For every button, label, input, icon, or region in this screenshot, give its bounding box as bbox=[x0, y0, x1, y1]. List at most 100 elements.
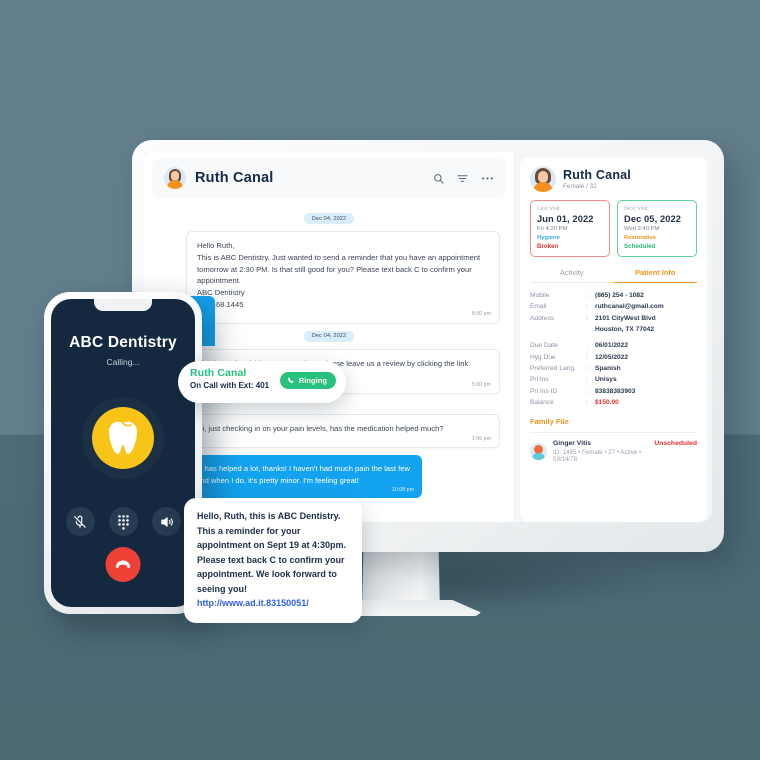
visit-type: Hygiene bbox=[537, 235, 560, 241]
phone-call-controls bbox=[51, 507, 195, 536]
visit-date: Jun 01, 2022 bbox=[537, 214, 594, 224]
info-row: Pri Ins ID : 83838383903 bbox=[530, 386, 697, 397]
search-icon[interactable] bbox=[433, 173, 444, 184]
ringing-badge-label: Ringing bbox=[298, 376, 327, 385]
phone-icon bbox=[287, 376, 294, 383]
info-row: Houston, TX 77042 bbox=[530, 324, 697, 335]
info-row: Pri Ins : Unisys bbox=[530, 374, 697, 385]
chat-message-time: 10:08 pm bbox=[391, 487, 414, 494]
tab-patient-info[interactable]: Patient Info bbox=[613, 264, 697, 283]
family-member-row[interactable]: Ginger Vitis ID: 1485 • Female • 27 • Ac… bbox=[530, 440, 697, 463]
visit-time: Wed 2:40 PM bbox=[624, 226, 660, 232]
patient-subtitle: Female / 32 bbox=[563, 183, 597, 190]
divider bbox=[530, 432, 697, 434]
info-key: Hyg Due bbox=[530, 353, 556, 361]
visit-status: Scheduled bbox=[624, 243, 656, 250]
scene: Ruth Canal Dec 04, 2022 Hello Ruth, This… bbox=[0, 0, 760, 760]
balance-value: $150.00 bbox=[595, 398, 619, 406]
sms-bubble-link[interactable]: http://www.ad.it.83150051/ bbox=[197, 598, 309, 608]
info-row: Mobile : (865) 254 - 1082 bbox=[530, 290, 697, 301]
info-row: Address : 2101 CityWest Blvd bbox=[530, 313, 697, 324]
mute-icon[interactable] bbox=[65, 507, 95, 536]
patient-name: Ruth Canal bbox=[563, 168, 631, 182]
chat-title: Ruth Canal bbox=[195, 170, 274, 186]
chat-message-incoming[interactable]: Hello Ruth, This is ABC Dentistry. Just … bbox=[186, 231, 500, 324]
info-value: 2101 CityWest Blvd bbox=[595, 314, 656, 322]
info-value: Houston, TX 77042 bbox=[595, 325, 654, 333]
family-member-status: Unscheduled bbox=[654, 440, 697, 448]
patient-info-list: Mobile : (865) 254 - 1082 Email : ruthca… bbox=[530, 290, 697, 408]
info-value: 12/05/2022 bbox=[595, 353, 629, 361]
chat-message-time: 8:00 pm bbox=[471, 311, 491, 318]
visit-type: Restorative bbox=[624, 235, 657, 241]
info-key: Email bbox=[530, 303, 547, 311]
ruth-canal-avatar bbox=[164, 167, 186, 189]
patient-card: Ruth Canal Female / 32 Last Visit Jun 01… bbox=[520, 157, 707, 522]
family-member-name: Ginger Vitis bbox=[553, 440, 592, 448]
monitor-screen: Ruth Canal Dec 04, 2022 Hello Ruth, This… bbox=[144, 152, 712, 522]
info-row: Hyg Due : 12/05/2022 bbox=[530, 352, 697, 363]
chat-message-outgoing[interactable]: It really has helped a lot, thanks! I ha… bbox=[168, 454, 422, 499]
info-value: Unisys bbox=[595, 376, 617, 384]
info-row: Email : ruthcanal@gmail.com bbox=[530, 301, 697, 312]
chat-message-time: 1:06 pm bbox=[471, 435, 491, 442]
info-key: Balance bbox=[530, 398, 554, 406]
patient-tabs: Activity Patient Info bbox=[530, 264, 697, 283]
phone-caller-name: ABC Dentistry bbox=[69, 334, 177, 351]
info-key: Preferred Lang. bbox=[530, 364, 576, 372]
chat-header: Ruth Canal bbox=[152, 158, 506, 198]
chat-message-text: Hi, just checking in on your pain levels… bbox=[197, 424, 444, 434]
info-row: Due Date : 06/01/2022 bbox=[530, 340, 697, 351]
visit-cards: Last Visit Jun 01, 2022 Fri 4:20 PM Hygi… bbox=[530, 200, 697, 257]
visit-status: Broken bbox=[537, 243, 559, 250]
patient-pane: Ruth Canal Female / 32 Last Visit Jun 01… bbox=[515, 152, 712, 522]
phone-screen: ABC Dentistry Calling... bbox=[51, 299, 195, 607]
visit-time: Fri 4:20 PM bbox=[537, 226, 568, 232]
info-value: Spanish bbox=[595, 364, 621, 372]
info-value: 06/01/2022 bbox=[595, 342, 629, 350]
filter-icon[interactable] bbox=[457, 173, 468, 184]
date-chip: Dec 04, 2022 bbox=[303, 213, 355, 224]
info-key: Due Date bbox=[530, 342, 558, 350]
tooth-logo-ring bbox=[82, 397, 164, 479]
chat-message-time: 5:00 pm bbox=[471, 381, 491, 388]
chat-message-text: It really has helped a lot, thanks! I ha… bbox=[178, 463, 410, 485]
next-visit-card[interactable]: Next Visit Dec 05, 2022 Wed 2:40 PM Rest… bbox=[617, 200, 697, 257]
monitor-body: Ruth Canal Dec 04, 2022 Hello Ruth, This… bbox=[132, 140, 724, 552]
visit-label: Last Visit bbox=[537, 206, 560, 212]
info-key: Pri Ins bbox=[530, 376, 549, 384]
family-member-avatar bbox=[530, 443, 547, 461]
tooth-logo bbox=[109, 421, 137, 454]
chat-header-actions bbox=[433, 173, 494, 184]
last-visit-card[interactable]: Last Visit Jun 01, 2022 Fri 4:20 PM Hygi… bbox=[530, 200, 610, 257]
info-key bbox=[530, 324, 586, 335]
family-file-title[interactable]: Family File bbox=[530, 417, 697, 426]
info-value: (865) 254 - 1082 bbox=[595, 292, 644, 299]
info-key: Mobile bbox=[530, 292, 550, 299]
info-key: Pri Ins ID bbox=[530, 387, 558, 395]
info-value: 83838383903 bbox=[595, 387, 636, 395]
visit-date: Dec 05, 2022 bbox=[624, 214, 682, 224]
tooth-logo-circle bbox=[92, 407, 154, 469]
info-key: Address bbox=[530, 314, 555, 322]
keypad-icon[interactable] bbox=[108, 507, 138, 536]
sms-bubble-text: Hello, Ruth, this is ABC Dentistry. This… bbox=[197, 511, 347, 594]
visit-label: Next Visit bbox=[624, 206, 648, 212]
tab-activity[interactable]: Activity bbox=[530, 264, 614, 283]
ringing-badge[interactable]: Ringing bbox=[279, 372, 336, 389]
info-row: Balance : $150.00 bbox=[530, 397, 697, 408]
smartphone: ABC Dentistry Calling... bbox=[44, 292, 202, 614]
patient-header: Ruth Canal Female / 32 bbox=[530, 166, 697, 192]
more-options-icon[interactable] bbox=[481, 173, 494, 184]
info-row: Preferred Lang. : Spanish bbox=[530, 363, 697, 374]
call-popup[interactable]: Ruth Canal On Call with Ext: 401 Ringing bbox=[178, 361, 346, 403]
sms-bubble[interactable]: Hello, Ruth, this is ABC Dentistry. This… bbox=[184, 498, 362, 624]
family-member-meta: ID: 1485 • Female • 27 • Active • 03/14/… bbox=[553, 448, 642, 463]
chat-message-text: Hello Ruth, This is ABC Dentistry. Just … bbox=[197, 241, 481, 309]
chat-message-incoming[interactable]: Hi, just checking in on your pain levels… bbox=[186, 414, 500, 448]
info-value: ruthcanal@gmail.com bbox=[595, 303, 664, 311]
phone-call-status: Calling... bbox=[106, 357, 140, 367]
date-chip: Dec 04, 2022 bbox=[303, 330, 355, 342]
speaker-icon[interactable] bbox=[151, 507, 181, 536]
end-call-icon[interactable] bbox=[105, 547, 141, 582]
